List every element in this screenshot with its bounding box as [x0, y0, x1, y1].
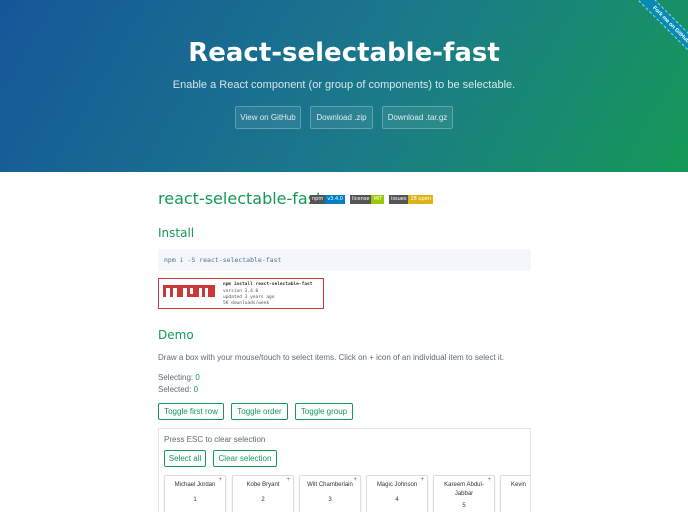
card-index: 5 [462, 503, 466, 509]
license-badge[interactable]: license MIT [350, 195, 385, 204]
selecting-label: Selecting: [158, 373, 194, 382]
page-header: React-selectable-fast Enable a React com… [0, 0, 688, 172]
download-zip-button[interactable]: Download .zip [310, 106, 373, 129]
install-command: npm i -S react-selectable-fast [158, 249, 531, 271]
toggle-group-button[interactable]: Toggle group [295, 403, 353, 420]
badge-value: MIT [371, 195, 385, 204]
badge-key: npm [310, 195, 326, 204]
toggle-first-row-button[interactable]: Toggle first row [158, 403, 224, 420]
badge-value: v3.4.0 [325, 195, 345, 204]
selectable-card[interactable]: + Magic Johnson 4 [366, 475, 428, 512]
npm-updated-text: updated 3 years ago [223, 295, 275, 300]
esc-hint: Press ESC to clear selection [164, 435, 266, 444]
download-targz-button[interactable]: Download .tar.gz [382, 106, 453, 129]
npm-logo-icon [163, 285, 215, 300]
selected-counter: Selected: 0 [158, 385, 198, 394]
clear-selection-button[interactable]: Clear selection [213, 450, 277, 467]
card-name: Kevin [511, 482, 527, 488]
badge-key: license [350, 195, 372, 204]
demo-heading: Demo [158, 328, 194, 342]
select-all-button[interactable]: Select all [164, 450, 206, 467]
card-name: Wilt Chamberlain [307, 482, 353, 488]
card-index: 4 [395, 497, 399, 503]
fork-me-ribbon[interactable]: Fork me on GitHub [627, 0, 688, 68]
selectable-card[interactable]: + Kobe Bryant 2 [232, 475, 294, 512]
selecting-counter: Selecting: 0 [158, 373, 200, 382]
selected-label: Selected: [158, 385, 192, 394]
card-index: 1 [193, 497, 197, 503]
selectable-demo-panel[interactable]: Press ESC to clear selection Select all … [158, 428, 531, 512]
package-title: react-selectable-fast [158, 189, 323, 208]
badge-value: 28 open [408, 195, 433, 204]
npm-downloads-text: 5K downloads/week [223, 301, 270, 306]
selectable-card[interactable]: + Wilt Chamberlain 3 [299, 475, 361, 512]
npm-version-text: version 3.4.0 [223, 289, 259, 294]
card-name: Michael Jordan [174, 482, 216, 488]
card-name: Kobe Bryant [246, 482, 280, 488]
fork-ribbon-container: Fork me on GitHub [618, 0, 688, 70]
main-content: react-selectable-fast npm v3.4.0 license… [158, 172, 532, 512]
project-title: React-selectable-fast [188, 38, 500, 68]
install-heading: Install [158, 226, 195, 240]
npm-install-text: npm install react-selectable-fast [223, 282, 313, 287]
view-on-github-button[interactable]: View on GitHub [235, 106, 301, 129]
project-tagline: Enable a React component (or group of co… [172, 79, 516, 91]
badge-key: issues [389, 195, 409, 204]
npm-version-badge[interactable]: npm v3.4.0 [310, 195, 345, 204]
card-name: Magic Johnson [376, 482, 418, 488]
issues-badge[interactable]: issues 28 open [389, 195, 433, 204]
card-index: 2 [261, 497, 265, 503]
toggle-order-button[interactable]: Toggle order [231, 403, 288, 420]
demo-description: Draw a box with your mouse/touch to sele… [158, 353, 505, 362]
npm-package-card[interactable]: npm install react-selectable-fast versio… [158, 278, 324, 309]
selecting-value: 0 [195, 373, 200, 382]
selected-value: 0 [193, 385, 199, 394]
card-name: Kareem Abdul-Jabbar [444, 482, 484, 497]
selectable-card[interactable]: + Michael Jordan 1 [164, 475, 226, 512]
selectable-card[interactable]: Kevin [500, 475, 530, 512]
card-index: 3 [328, 497, 332, 503]
selectable-card[interactable]: + Kareem Abdul-Jabbar 5 [433, 475, 495, 512]
